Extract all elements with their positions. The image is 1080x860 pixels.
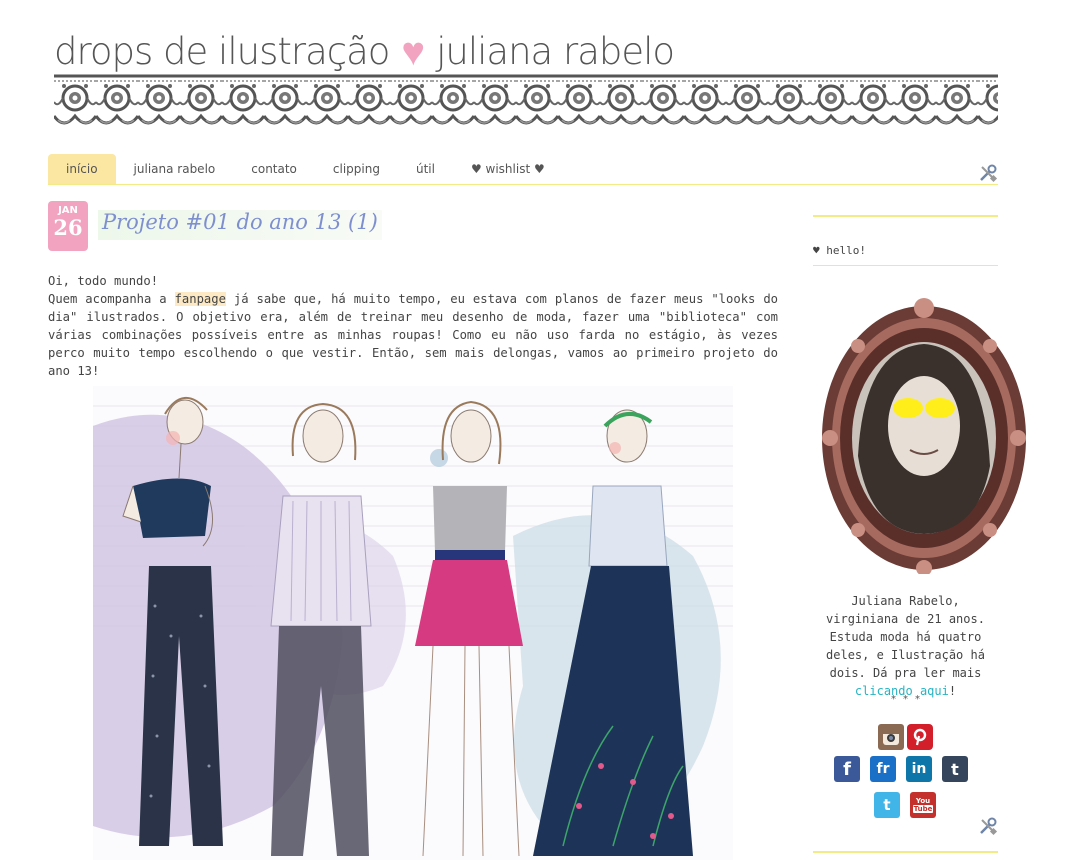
tools-icon[interactable] [978,163,998,183]
nav-item-juliana-rabelo[interactable]: juliana rabelo [116,154,234,184]
pinterest-icon[interactable] [907,724,933,750]
nav-item-util[interactable]: útil [398,154,453,184]
tumblr-glyph: t [951,759,959,779]
nav-item-clipping[interactable]: clipping [315,154,398,184]
main-nav: início juliana rabelo contato clipping ú… [48,154,998,185]
nav-item-wishlist[interactable]: ♥ wishlist ♥ [453,154,563,184]
post-date-day: 26 [53,215,83,240]
sidebar-separator: * * * [890,694,921,705]
youtube-label-bottom: Tube [912,805,934,813]
instagram-icon[interactable] [878,724,904,750]
site-title-right: juliana rabelo [436,30,675,73]
facebook-glyph: f [843,758,851,780]
linkedin-glyph: in [911,761,927,777]
twitter-glyph: t [883,796,891,814]
post-date-badge: JAN 26 [48,201,88,251]
bio-text: Juliana Rabelo, virginiana de 21 anos. E… [826,594,985,680]
sidebar-bio: Juliana Rabelo, virginiana de 21 anos. E… [813,592,998,700]
lace-banner [54,72,998,130]
site-title[interactable]: drops de ilustração ♥ juliana rabelo [54,28,675,75]
nav-item-contato[interactable]: contato [233,154,315,184]
facebook-icon[interactable]: f [834,756,860,782]
fanpage-link[interactable]: fanpage [174,292,226,306]
tools-icon[interactable] [978,816,998,836]
twitter-icon[interactable]: t [874,792,900,818]
flickr-glyph: fr [876,761,890,777]
youtube-icon[interactable]: You Tube [910,792,936,818]
post-paragraph-greeting: Oi, todo mundo! [48,274,159,288]
sidebar-divider-bottom [813,851,998,853]
post-paragraph-intro: Quem acompanha a fanpage já sabe que, há… [48,290,778,380]
post-title[interactable]: Projeto #01 do ano 13 (1) [98,210,382,240]
sidebar-divider [813,215,998,217]
profile-portrait-frame [822,298,1026,574]
site-title-left: drops de ilustração [54,30,390,73]
flickr-icon[interactable]: fr [870,756,896,782]
post-text: Quem acompanha a [48,292,175,306]
heart-icon: ♥ [401,28,425,75]
linkedin-icon[interactable]: in [906,756,932,782]
fashion-illustration-image [93,386,733,860]
youtube-label-top: You [915,797,931,805]
post-body: Oi, todo mundo! Quem acompanha a fanpage… [48,272,778,380]
sidebar-hello-heading: ♥ hello! [813,244,998,266]
tumblr-icon[interactable]: t [942,756,968,782]
post-date-month: JAN [58,205,78,216]
nav-item-inicio[interactable]: início [48,154,116,184]
